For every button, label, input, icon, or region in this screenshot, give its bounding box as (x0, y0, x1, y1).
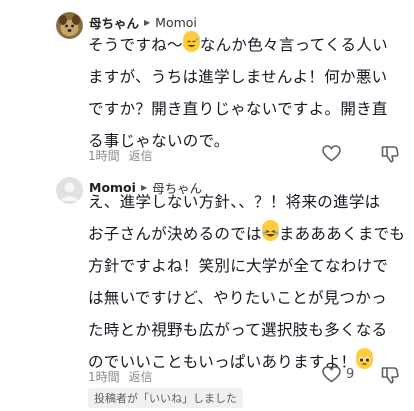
pleading-emoji (356, 348, 374, 369)
avatar[interactable] (56, 177, 83, 204)
heart-icon (322, 145, 341, 162)
comment-time: 1時間 (88, 370, 120, 384)
comment-text: そうですね〜 なんか色々言ってくる人い ますが、うちは進学しませんよ！何か悪い で… (88, 29, 406, 157)
dislike-button[interactable] (381, 145, 399, 163)
comment-text: え、進学しない方針、、？！将来の進学は お子さんが決めるのでは まあああくまでも … (88, 193, 406, 371)
creator-liked-badge: 投稿者が「いいね」しました (88, 388, 243, 408)
laughing-emoji (261, 220, 279, 241)
sweat-smile-emoji (182, 31, 200, 52)
comment-time: 1時間 (88, 149, 120, 163)
avatar[interactable] (56, 12, 83, 39)
reply-to-user[interactable]: Momoi (155, 15, 197, 30)
comment-meta: 1時間 返信 (88, 147, 153, 164)
comment-meta: 1時間 返信 (88, 368, 153, 385)
dislike-icon (381, 146, 399, 163)
dislike-button[interactable] (381, 366, 399, 384)
reply-button[interactable]: 返信 (129, 368, 153, 385)
reply-button[interactable]: 返信 (129, 147, 153, 164)
reply-arrow-icon: ▶ (144, 18, 151, 27)
dislike-icon (381, 367, 399, 384)
like-count: 9 (346, 367, 355, 382)
like-button[interactable] (322, 145, 341, 162)
like-button[interactable]: 9 (322, 366, 354, 383)
heart-icon (322, 366, 341, 383)
